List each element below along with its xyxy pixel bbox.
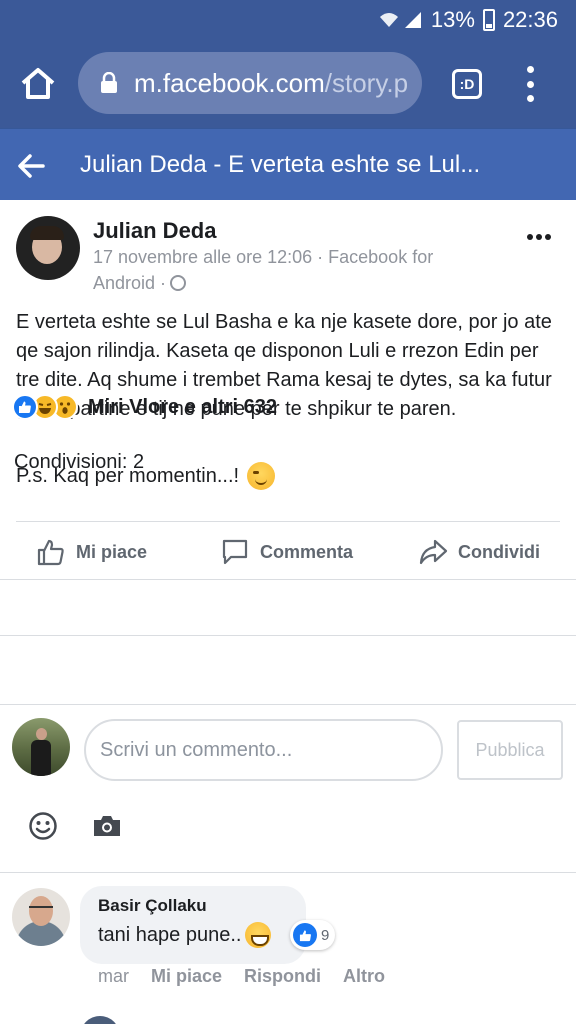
commenter-name[interactable]: Basir Çollaku xyxy=(98,896,288,916)
battery-percent: 13% xyxy=(430,7,475,32)
signal-icon xyxy=(404,12,421,28)
comment-like-link[interactable]: Mi piace xyxy=(151,966,222,992)
thumbs-up-icon xyxy=(37,539,64,566)
share-button[interactable]: Condividi xyxy=(418,536,540,568)
post-meta: 17 novembre alle ore 12:06 · Facebook fo… xyxy=(93,244,473,296)
menu-dot xyxy=(526,66,534,73)
like-button[interactable]: Mi piace xyxy=(36,536,147,568)
more-dot xyxy=(536,234,542,240)
divider xyxy=(0,635,576,636)
url-text: m.facebook.com/story.p xyxy=(134,68,408,99)
like-button-label: Mi piace xyxy=(76,541,148,562)
reactions-count: Miri Vlore e altri 632 xyxy=(88,395,277,418)
post-actions-bar: Mi piace Commenta Condividi xyxy=(0,522,576,580)
emoji-icon[interactable] xyxy=(28,811,58,841)
menu-dot xyxy=(526,80,534,88)
comment-more-link[interactable]: Altro xyxy=(343,966,385,992)
tab-switcher-button[interactable]: :D xyxy=(452,69,482,99)
comment-reply-link[interactable]: Rispondi xyxy=(244,966,321,992)
author-name[interactable]: Julian Deda xyxy=(93,218,216,244)
camera-icon[interactable] xyxy=(92,814,122,838)
browser-toolbar: m.facebook.com/story.p :D xyxy=(0,40,576,128)
more-dot xyxy=(527,234,533,240)
comment-body: tani hape pune.. xyxy=(98,922,288,948)
comment-text: tani hape pune.. xyxy=(98,923,242,946)
lock-icon xyxy=(101,72,117,93)
share-arrow-icon xyxy=(419,539,448,565)
reactions-summary[interactable]: Miri Vlore e altri 632 xyxy=(12,392,277,422)
comment-actions: mar Mi piace Rispondi Altro xyxy=(98,966,385,992)
divider xyxy=(0,579,576,580)
grin-emoji-icon xyxy=(245,922,272,948)
post-timestamp: 17 novembre alle ore 12:06 · Facebook fo… xyxy=(93,247,434,293)
menu-dot xyxy=(526,95,534,102)
comment-button-label: Commenta xyxy=(260,541,354,562)
comment-reaction-count: 9 xyxy=(321,926,330,944)
clock: 22:36 xyxy=(502,7,558,32)
current-user-avatar xyxy=(12,718,70,776)
page-header: Julian Deda - E verteta eshte se Lul... xyxy=(0,128,576,200)
comment-bubble: Basir Çollaku tani hape pune.. xyxy=(80,886,306,964)
comment-input[interactable] xyxy=(84,719,443,781)
url-domain: m.facebook.com xyxy=(134,67,325,98)
more-options-button[interactable] xyxy=(527,234,551,240)
status-icons xyxy=(379,11,423,29)
comment-icon xyxy=(222,539,248,565)
wink-emoji-icon xyxy=(247,462,276,490)
address-bar[interactable]: m.facebook.com/story.p xyxy=(78,52,422,114)
back-arrow-icon[interactable] xyxy=(16,151,46,181)
share-button-label: Condividi xyxy=(458,541,540,562)
wifi-icon xyxy=(379,13,398,27)
comment-reactions[interactable]: 9 xyxy=(290,920,336,950)
status-bar: 13% 22:36 xyxy=(0,0,576,40)
page-title: Julian Deda - E verteta eshte se Lul... xyxy=(80,151,481,178)
publish-button[interactable]: Pubblica xyxy=(457,720,563,780)
author-avatar[interactable] xyxy=(16,216,80,280)
battery-icon xyxy=(482,9,495,31)
divider xyxy=(0,872,576,873)
like-reaction-icon xyxy=(12,394,38,420)
home-icon[interactable] xyxy=(18,64,58,104)
like-reaction-icon xyxy=(293,923,317,947)
next-comment-avatar[interactable] xyxy=(80,1016,120,1024)
comment-time: mar xyxy=(98,966,129,986)
browser-menu-button[interactable] xyxy=(520,66,540,102)
divider xyxy=(0,704,576,705)
globe-icon xyxy=(170,275,187,291)
commenter-avatar[interactable] xyxy=(12,888,70,946)
shares-count[interactable]: Condivisioni: 2 xyxy=(14,451,144,474)
more-dot xyxy=(545,234,551,240)
status-indicators: 13% 22:36 xyxy=(379,6,558,34)
url-path: /story.p xyxy=(324,67,409,98)
comment-button[interactable]: Commenta xyxy=(220,536,353,568)
